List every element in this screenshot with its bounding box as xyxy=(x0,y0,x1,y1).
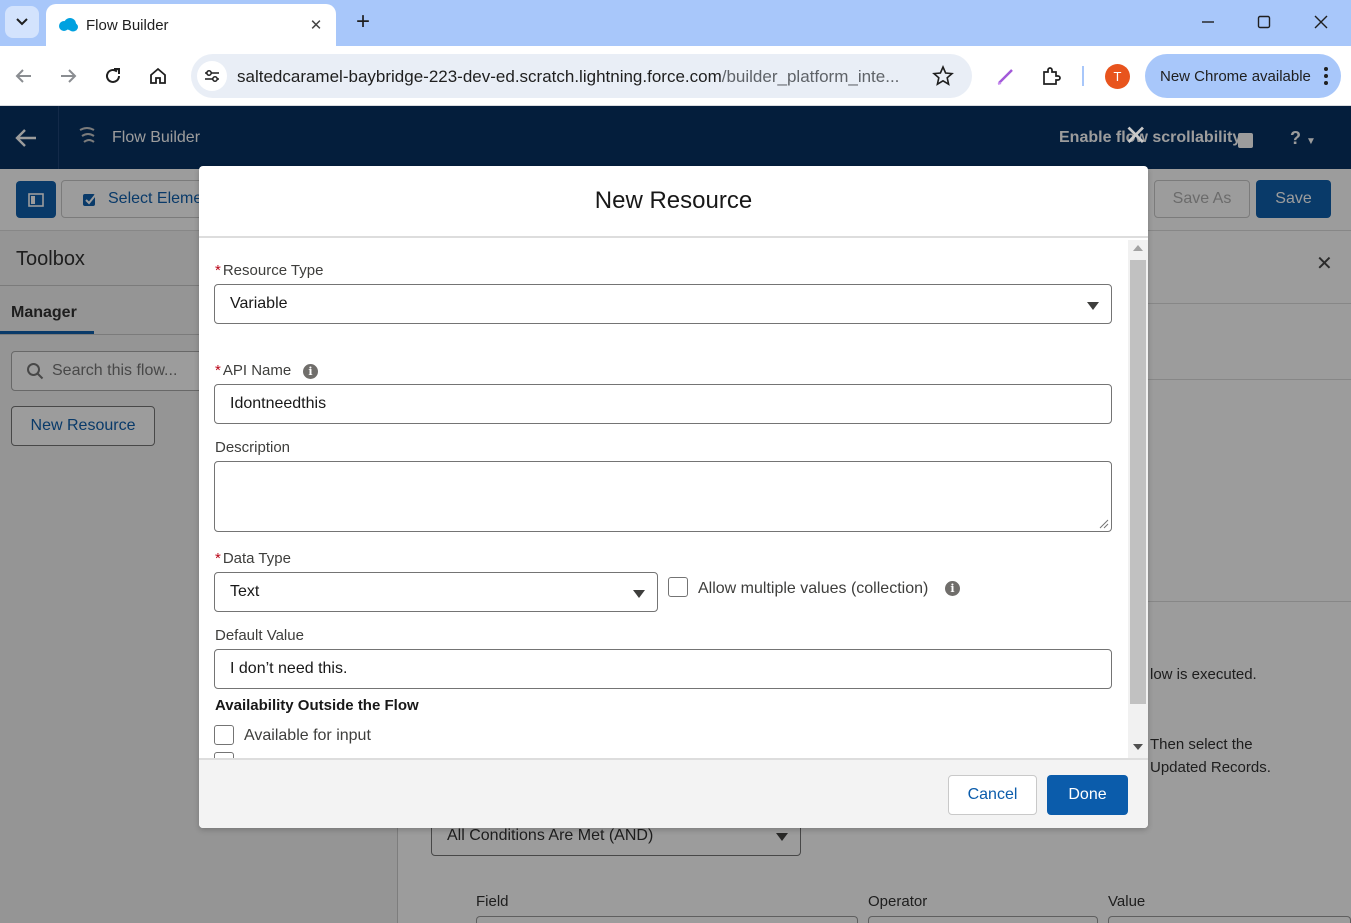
reload-icon xyxy=(106,68,120,83)
available-for-input-label: Available for input xyxy=(244,727,371,744)
chevron-down-icon xyxy=(633,590,645,598)
data-type-select[interactable]: Text xyxy=(214,572,658,612)
pen-icon xyxy=(997,69,1013,85)
modal-scrollbar[interactable] xyxy=(1128,240,1148,758)
forward-button[interactable] xyxy=(52,60,84,92)
description-textarea[interactable] xyxy=(214,461,1112,532)
description-label: Description xyxy=(215,439,291,456)
close-modal-icon[interactable]: ✕ xyxy=(1124,119,1147,152)
browser-tab-strip: Flow Builder ✕ + xyxy=(0,0,1351,46)
puzzle-icon xyxy=(1043,67,1061,85)
new-tab-button[interactable]: + xyxy=(350,8,376,36)
maximize-icon xyxy=(1257,15,1271,29)
chevron-down-icon xyxy=(1087,302,1099,310)
arrow-left-icon xyxy=(15,69,31,83)
allow-multiple-checkbox[interactable] xyxy=(668,577,688,597)
browser-tab-active[interactable]: Flow Builder ✕ xyxy=(46,4,336,46)
chrome-update-button[interactable]: New Chrome available xyxy=(1145,54,1341,98)
api-name-label: * API Name xyxy=(215,362,292,379)
home-icon xyxy=(150,67,166,84)
arrow-right-icon xyxy=(61,69,77,83)
scroll-thumb[interactable] xyxy=(1130,260,1146,704)
address-bar[interactable]: saltedcaramel-baybridge-223-dev-ed.scrat… xyxy=(191,54,972,98)
tab-search-button[interactable] xyxy=(5,6,39,38)
more-vert-icon xyxy=(1324,67,1328,85)
resource-type-select[interactable]: Variable xyxy=(214,284,1112,324)
data-type-label: * Data Type xyxy=(215,550,291,567)
modal-title: New Resource xyxy=(594,187,753,214)
close-icon xyxy=(1314,15,1328,29)
available-for-input-checkbox[interactable] xyxy=(214,725,234,745)
salesforce-cloud-icon xyxy=(59,18,78,32)
tune-icon xyxy=(205,70,219,82)
scroll-down-arrow[interactable] xyxy=(1133,744,1143,750)
modal-header: New Resource xyxy=(199,166,1148,238)
minimize-button[interactable] xyxy=(1188,8,1228,36)
chrome-update-label: New Chrome available xyxy=(1160,67,1311,85)
modal-footer: Cancel Done xyxy=(199,758,1148,828)
allow-multiple-label: Allow multiple values (collection) xyxy=(698,580,929,597)
home-button[interactable] xyxy=(142,60,174,92)
tab-title: Flow Builder xyxy=(86,16,169,34)
profile-avatar[interactable]: T xyxy=(1105,64,1130,89)
site-info-button[interactable] xyxy=(197,61,227,91)
close-tab-icon[interactable]: ✕ xyxy=(302,16,330,34)
bookmark-star-icon[interactable] xyxy=(932,65,954,87)
done-button[interactable]: Done xyxy=(1047,775,1128,815)
maximize-button[interactable] xyxy=(1244,8,1284,36)
extensions-button[interactable] xyxy=(1035,60,1067,92)
toolbar-separator xyxy=(1082,66,1084,86)
resource-type-label: * Resource Type xyxy=(215,262,324,279)
reload-button[interactable] xyxy=(97,60,129,92)
browser-toolbar: saltedcaramel-baybridge-223-dev-ed.scrat… xyxy=(0,46,1351,106)
info-icon[interactable]: i xyxy=(945,581,960,596)
availability-heading: Availability Outside the Flow xyxy=(215,697,419,714)
info-icon[interactable]: i xyxy=(303,364,318,379)
pen-extension-button[interactable] xyxy=(990,60,1022,92)
cancel-button[interactable]: Cancel xyxy=(948,775,1037,815)
scroll-up-arrow[interactable] xyxy=(1133,245,1143,251)
modal-body: * Resource Type Variable * API Name i Idon… xyxy=(199,238,1148,758)
close-window-button[interactable] xyxy=(1301,8,1341,36)
minimize-icon xyxy=(1202,21,1214,23)
url-text: saltedcaramel-baybridge-223-dev-ed.scrat… xyxy=(237,67,900,86)
back-button[interactable] xyxy=(8,60,40,92)
chevron-down-icon xyxy=(16,18,28,26)
new-resource-modal: New Resource * Resource Type Variable * AP… xyxy=(199,166,1148,828)
default-value-label: Default Value xyxy=(215,627,304,644)
default-value-input[interactable]: I don’t need this. xyxy=(214,649,1112,689)
api-name-input[interactable]: Idontneedthis xyxy=(214,384,1112,424)
resize-handle-icon[interactable] xyxy=(1099,519,1109,529)
